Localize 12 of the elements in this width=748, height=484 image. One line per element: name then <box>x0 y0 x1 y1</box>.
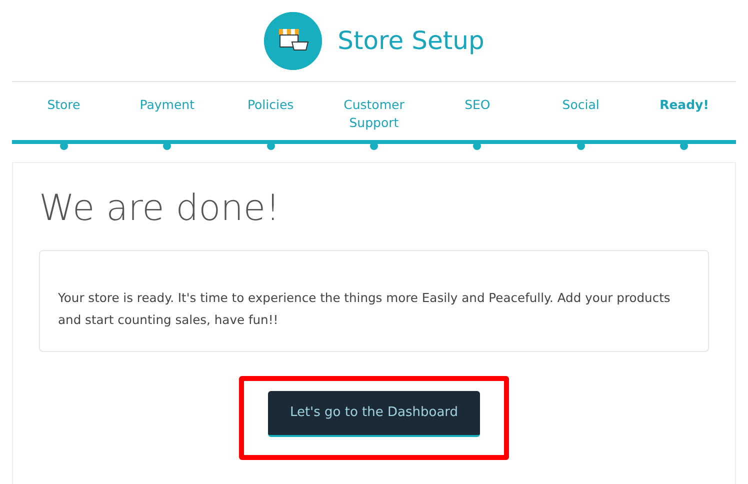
store-logo-icon <box>264 12 322 70</box>
step-tab[interactable]: Policies <box>247 96 294 114</box>
page-title: Store Setup <box>338 24 484 57</box>
step-tab[interactable]: Customer Support <box>334 96 414 132</box>
step-tab[interactable]: SEO <box>464 96 490 114</box>
done-heading: We are done! <box>39 187 282 230</box>
step-tab[interactable]: Payment <box>140 96 194 114</box>
step-tab[interactable]: Ready! <box>660 96 709 114</box>
dashboard-button[interactable]: Let's go to the Dashboard <box>268 391 480 437</box>
step-tab[interactable]: Social <box>562 96 600 114</box>
message-panel: Your store is ready. It's time to experience the things more Easily and Peacefully. Add your products and start counting sales, have fun!! <box>39 250 709 352</box>
step-tab[interactable]: Store <box>47 96 80 114</box>
